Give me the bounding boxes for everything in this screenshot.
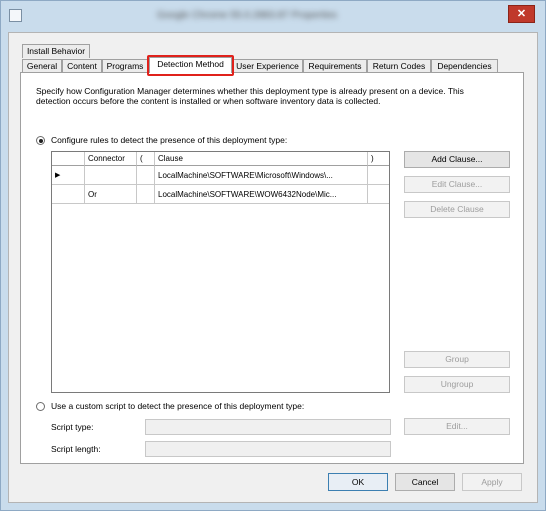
grid-cell-connector[interactable] [85, 166, 137, 185]
tab-install-behavior[interactable]: Install Behavior [22, 44, 90, 58]
tab-user-experience[interactable]: User Experience [232, 59, 303, 73]
ok-button[interactable]: OK [328, 473, 388, 491]
window-icon [9, 9, 22, 22]
grid-cell-connector[interactable]: Or [85, 185, 137, 204]
script-length-label: Script length: [51, 444, 101, 454]
add-clause-button[interactable]: Add Clause... [404, 151, 510, 168]
tab-content[interactable]: Content [62, 59, 102, 73]
grid-cell-clause[interactable]: LocalMachine\SOFTWARE\Microsoft\Windows\… [155, 166, 368, 185]
grid-header-open-paren[interactable]: ( [137, 152, 155, 166]
radio-selected-dot [38, 138, 43, 143]
apply-button[interactable]: Apply [462, 473, 522, 491]
grid-cell-close-paren[interactable] [368, 166, 389, 185]
close-button[interactable]: ✕ [508, 5, 535, 23]
delete-clause-button[interactable]: Delete Clause [404, 201, 510, 218]
grid-cell-clause[interactable]: LocalMachine\SOFTWARE\WOW6432Node\Mic... [155, 185, 368, 204]
tab-programs[interactable]: Programs [102, 59, 148, 73]
group-button[interactable]: Group [404, 351, 510, 368]
grid-cell-open-paren[interactable] [137, 166, 155, 185]
ungroup-button[interactable]: Ungroup [404, 376, 510, 393]
close-icon: ✕ [516, 8, 527, 20]
edit-script-button[interactable]: Edit... [404, 418, 510, 435]
script-length-field [145, 441, 391, 457]
tab-dependencies[interactable]: Dependencies [431, 59, 498, 73]
radio-custom-script-label: Use a custom script to detect the presen… [51, 401, 305, 411]
grid-header-marker [52, 152, 85, 166]
tab-requirements[interactable]: Requirements [303, 59, 367, 73]
cancel-button[interactable]: Cancel [395, 473, 455, 491]
grid-header-close-paren[interactable]: ) [368, 152, 389, 166]
grid-cell-open-paren[interactable] [137, 185, 155, 204]
script-type-field [145, 419, 391, 435]
grid-header-connector[interactable]: Connector [85, 152, 137, 166]
window-title: Google Chrome 55.0.2883.87 Properties [156, 10, 338, 21]
description-line-1: Specify how Configuration Manager determ… [36, 86, 464, 96]
grid-cell-close-paren[interactable] [368, 185, 389, 204]
clause-grid[interactable]: Connector ( Clause ) ▶ LocalMachine\SOFT… [51, 151, 390, 393]
row-selector[interactable] [52, 185, 85, 204]
radio-configure-rules[interactable] [36, 136, 45, 145]
tab-return-codes[interactable]: Return Codes [367, 59, 431, 73]
tab-general[interactable]: General [22, 59, 62, 73]
row-selector-icon[interactable]: ▶ [52, 166, 85, 185]
edit-clause-button[interactable]: Edit Clause... [404, 176, 510, 193]
script-type-label: Script type: [51, 422, 94, 432]
description-line-2: detection occurs before the content is i… [36, 96, 381, 106]
tab-highlight-annotation [147, 55, 234, 76]
radio-configure-rules-label: Configure rules to detect the presence o… [51, 135, 288, 145]
grid-header-clause[interactable]: Clause [155, 152, 368, 166]
radio-custom-script[interactable] [36, 402, 45, 411]
